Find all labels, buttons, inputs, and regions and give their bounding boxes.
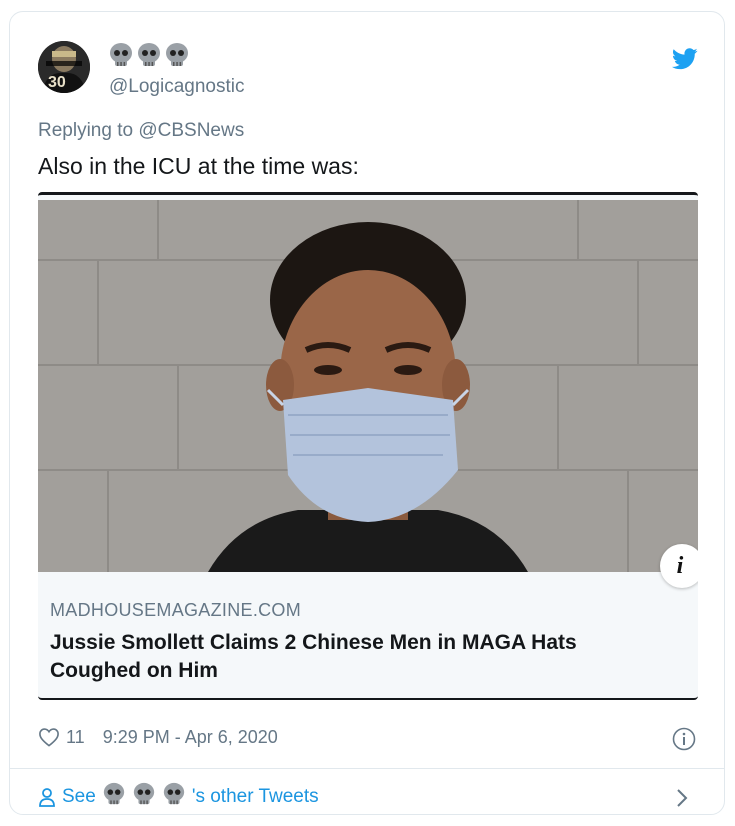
divider <box>10 768 724 769</box>
heart-icon[interactable] <box>38 727 60 747</box>
timestamp[interactable]: 9:29 PM - Apr 6, 2020 <box>103 727 278 748</box>
article-headline[interactable]: Jussie Smollett Claims 2 Chinese Men in … <box>50 629 670 685</box>
info-badge-icon[interactable]: i <box>660 544 698 588</box>
avatar[interactable]: 30 <box>38 41 90 93</box>
see-label: See <box>62 786 96 807</box>
replying-to[interactable]: Replying to @CBSNews <box>38 120 244 142</box>
skull-icon <box>108 42 134 73</box>
skull-icon <box>164 42 190 73</box>
user-handle[interactable]: @Logicagnostic <box>109 76 244 98</box>
tweet-card: 30 @Logicagnostic Replying to @CBSNews A… <box>9 11 725 815</box>
chevron-right-icon[interactable] <box>676 788 688 808</box>
skull-icon <box>132 782 156 812</box>
skull-icon <box>162 782 186 812</box>
tweet-meta: 11 9:29 PM - Apr 6, 2020 <box>38 724 278 750</box>
other-tweets-label: 's other Tweets <box>191 786 319 807</box>
skull-icon <box>102 782 126 812</box>
person-icon <box>39 788 55 807</box>
svg-text:30: 30 <box>48 74 66 91</box>
like-count[interactable]: 11 <box>66 727 85 748</box>
skull-icon <box>136 42 162 73</box>
display-name[interactable] <box>108 42 190 73</box>
twitter-bird-icon[interactable] <box>672 48 698 70</box>
tweet-text: Also in the ICU at the time was: <box>38 153 359 179</box>
article-domain: MADHOUSEMAGAZINE.COM <box>50 600 302 620</box>
info-icon[interactable] <box>672 727 696 751</box>
see-other-tweets-link[interactable]: See 's other Tweets <box>38 782 319 812</box>
link-preview-card[interactable]: i MADHOUSEMAGAZINE.COM Jussie Smollett C… <box>38 192 698 700</box>
article-image[interactable] <box>38 200 698 572</box>
